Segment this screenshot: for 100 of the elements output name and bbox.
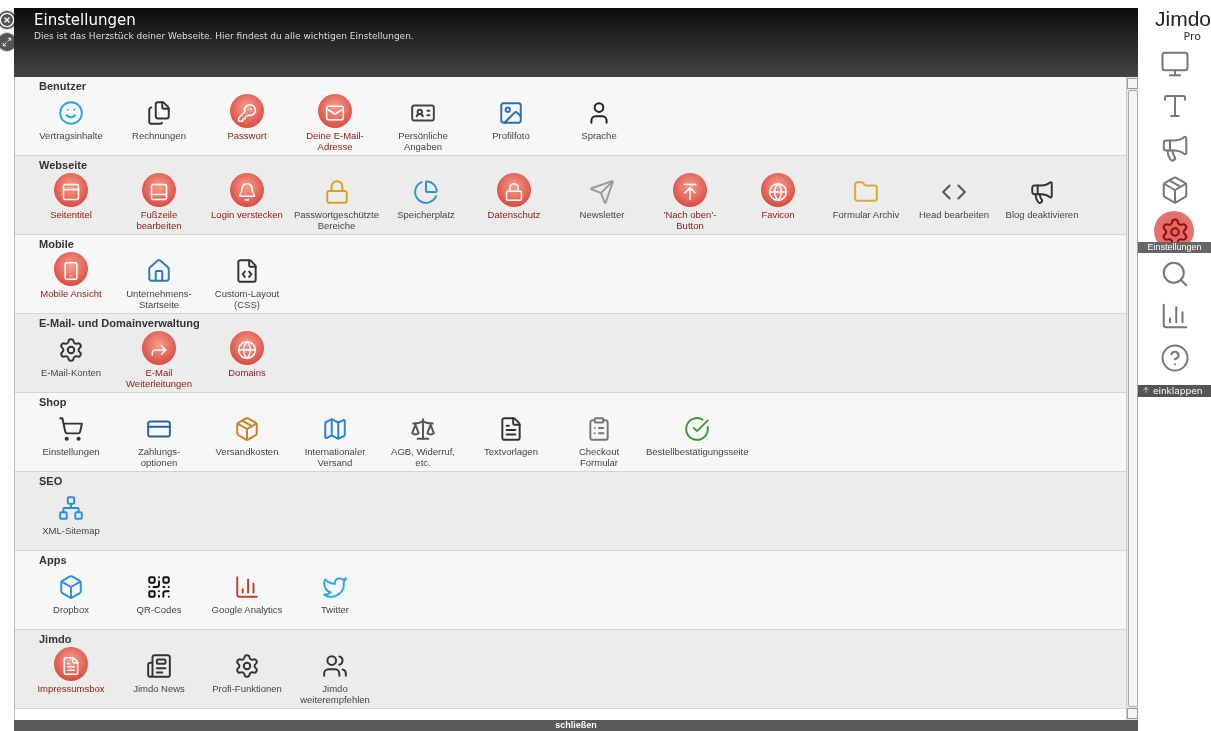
settings-item[interactable]: Profilfoto [467, 94, 555, 152]
world-map-icon [322, 416, 348, 442]
section-title: Webseite [38, 159, 89, 173]
pie-chart-icon [413, 179, 439, 205]
plan-label: Pro [1183, 30, 1201, 43]
key-icon [237, 103, 257, 123]
code-file-icon [234, 258, 260, 284]
highlight-circle [230, 94, 264, 128]
settings-item[interactable]: AGB, Widerruf, etc. [379, 410, 467, 468]
form-icon [586, 416, 612, 442]
logo: Jimdo [1154, 8, 1211, 30]
binders-icon [146, 100, 172, 126]
bell-icon [237, 182, 257, 202]
settings-item[interactable]: Deine E-Mail- Adresse [291, 94, 379, 152]
title-bar-icon [61, 182, 81, 202]
settings-item[interactable]: 'Nach oben'- Button [646, 173, 734, 231]
settings-item[interactable]: Mobile Ansicht [27, 252, 115, 310]
highlight-circle [54, 252, 88, 286]
smartphone-icon [61, 261, 81, 281]
highlight-circle [497, 173, 531, 207]
paper-plane-icon [589, 179, 615, 205]
settings-item[interactable]: Login verstecken [203, 173, 291, 231]
padlock-icon [504, 182, 524, 202]
settings-item[interactable]: Formular Archiv [822, 173, 910, 231]
section-title: Shop [38, 396, 68, 410]
highlight-circle [230, 173, 264, 207]
settings-item[interactable]: Domains [203, 331, 291, 389]
section-title: SEO [38, 475, 64, 489]
close-link[interactable]: schließen [555, 720, 597, 731]
settings-item[interactable]: Versandkosten [203, 410, 291, 468]
highlight-circle [54, 647, 88, 681]
settings-item[interactable]: XML-Sitemap [27, 489, 115, 536]
settings-item[interactable]: Blog deaktivieren [998, 173, 1086, 231]
settings-item[interactable]: Seitentitel [27, 173, 115, 231]
section-title: Apps [38, 554, 68, 568]
collapse-button[interactable]: einklappen [1138, 385, 1211, 397]
settings-item[interactable]: Jimdo News [115, 647, 203, 705]
help-icon [1159, 343, 1190, 373]
settings-item[interactable]: QR-Codes [115, 568, 203, 615]
settings-item[interactable]: Zahlungs- optionen [115, 410, 203, 468]
padlock-icon [323, 179, 350, 205]
megaphone-icon [1029, 179, 1055, 205]
settings-item[interactable]: Head bearbeiten [910, 173, 998, 231]
settings-item[interactable]: Bestellbestätigungsseite [643, 410, 752, 468]
section-title: Mobile [38, 238, 75, 252]
settings-item[interactable]: Speicherplatz [382, 173, 470, 231]
settings-item[interactable]: Twitter [291, 568, 379, 615]
settings-item[interactable]: Favicon [734, 173, 822, 231]
settings-item[interactable]: Dropbox [27, 568, 115, 615]
photo-icon [498, 100, 524, 126]
section-title: Jimdo [38, 633, 73, 647]
settings-item[interactable]: Vertragsinhalte [27, 94, 115, 152]
settings-item[interactable]: E-Mail Weiterleitungen [115, 331, 203, 389]
settings-item[interactable]: Einstellungen [27, 410, 115, 468]
sitemap-icon [58, 495, 84, 521]
settings-item[interactable]: Custom-Layout (CSS) [203, 252, 291, 310]
smiley-icon [58, 100, 84, 126]
settings-item[interactable]: Jimdo weiterempfehlen [291, 647, 379, 705]
highlight-circle [318, 94, 352, 128]
highlight-circle [54, 173, 88, 207]
window-title: Einstellungen [34, 11, 137, 29]
section-title: Benutzer [38, 80, 88, 94]
section-title: E-Mail- und Domainverwaltung [38, 317, 201, 331]
highlight-circle [673, 173, 707, 207]
sidebar-item[interactable]: Einstellungen [1138, 211, 1211, 253]
settings-item[interactable]: Passwort [203, 94, 291, 152]
settings-item[interactable]: Newsletter [558, 173, 646, 231]
settings-item[interactable]: Rechnungen [115, 94, 203, 152]
window-subtitle: Dies ist das Herzstück deiner Webseite. Hier findest du alle wichtigen Einstellungen. [34, 31, 415, 41]
settings-item[interactable]: Passwortgeschützte Bereiche [291, 173, 382, 231]
globe-icon [768, 182, 788, 202]
settings-item[interactable]: Checkout Formular [555, 410, 643, 468]
check-icon [684, 416, 711, 442]
settings-item[interactable]: Persönliche Angaben [379, 94, 467, 152]
scroll-bar[interactable] [1126, 77, 1138, 720]
folder-icon [853, 179, 879, 205]
settings-item[interactable]: Datenschutz [470, 173, 558, 231]
expand-icon [2, 37, 12, 47]
settings-item[interactable]: Impressumsbox [27, 647, 115, 705]
package-icon [234, 416, 260, 442]
highlight-circle [142, 331, 176, 365]
settings-item[interactable]: Profi-Funktionen [203, 647, 291, 705]
settings-item[interactable]: Internationaler Versand [291, 410, 379, 468]
settings-item[interactable]: Textvorlagen [467, 410, 555, 468]
arrow-up-icon [680, 182, 700, 202]
settings-item[interactable]: Google Analytics [203, 568, 291, 615]
settings-item[interactable]: Unternehmens- Startseite [115, 252, 203, 310]
news-icon [146, 653, 172, 679]
settings-item[interactable]: Fußzeile bearbeiten [115, 173, 203, 231]
monitor-icon [1159, 49, 1190, 79]
chart-icon [234, 574, 260, 600]
settings-item[interactable]: E-Mail-Konten [27, 331, 115, 389]
sidebar-label: Einstellungen [1138, 242, 1211, 253]
qr-code-icon [146, 574, 172, 600]
highlight-circle [142, 173, 176, 207]
arrow-up-icon [1142, 386, 1150, 394]
footer-icon [149, 182, 169, 202]
people-icon [322, 653, 348, 679]
bird-icon [322, 574, 348, 600]
settings-item[interactable]: Sprache [555, 94, 643, 152]
